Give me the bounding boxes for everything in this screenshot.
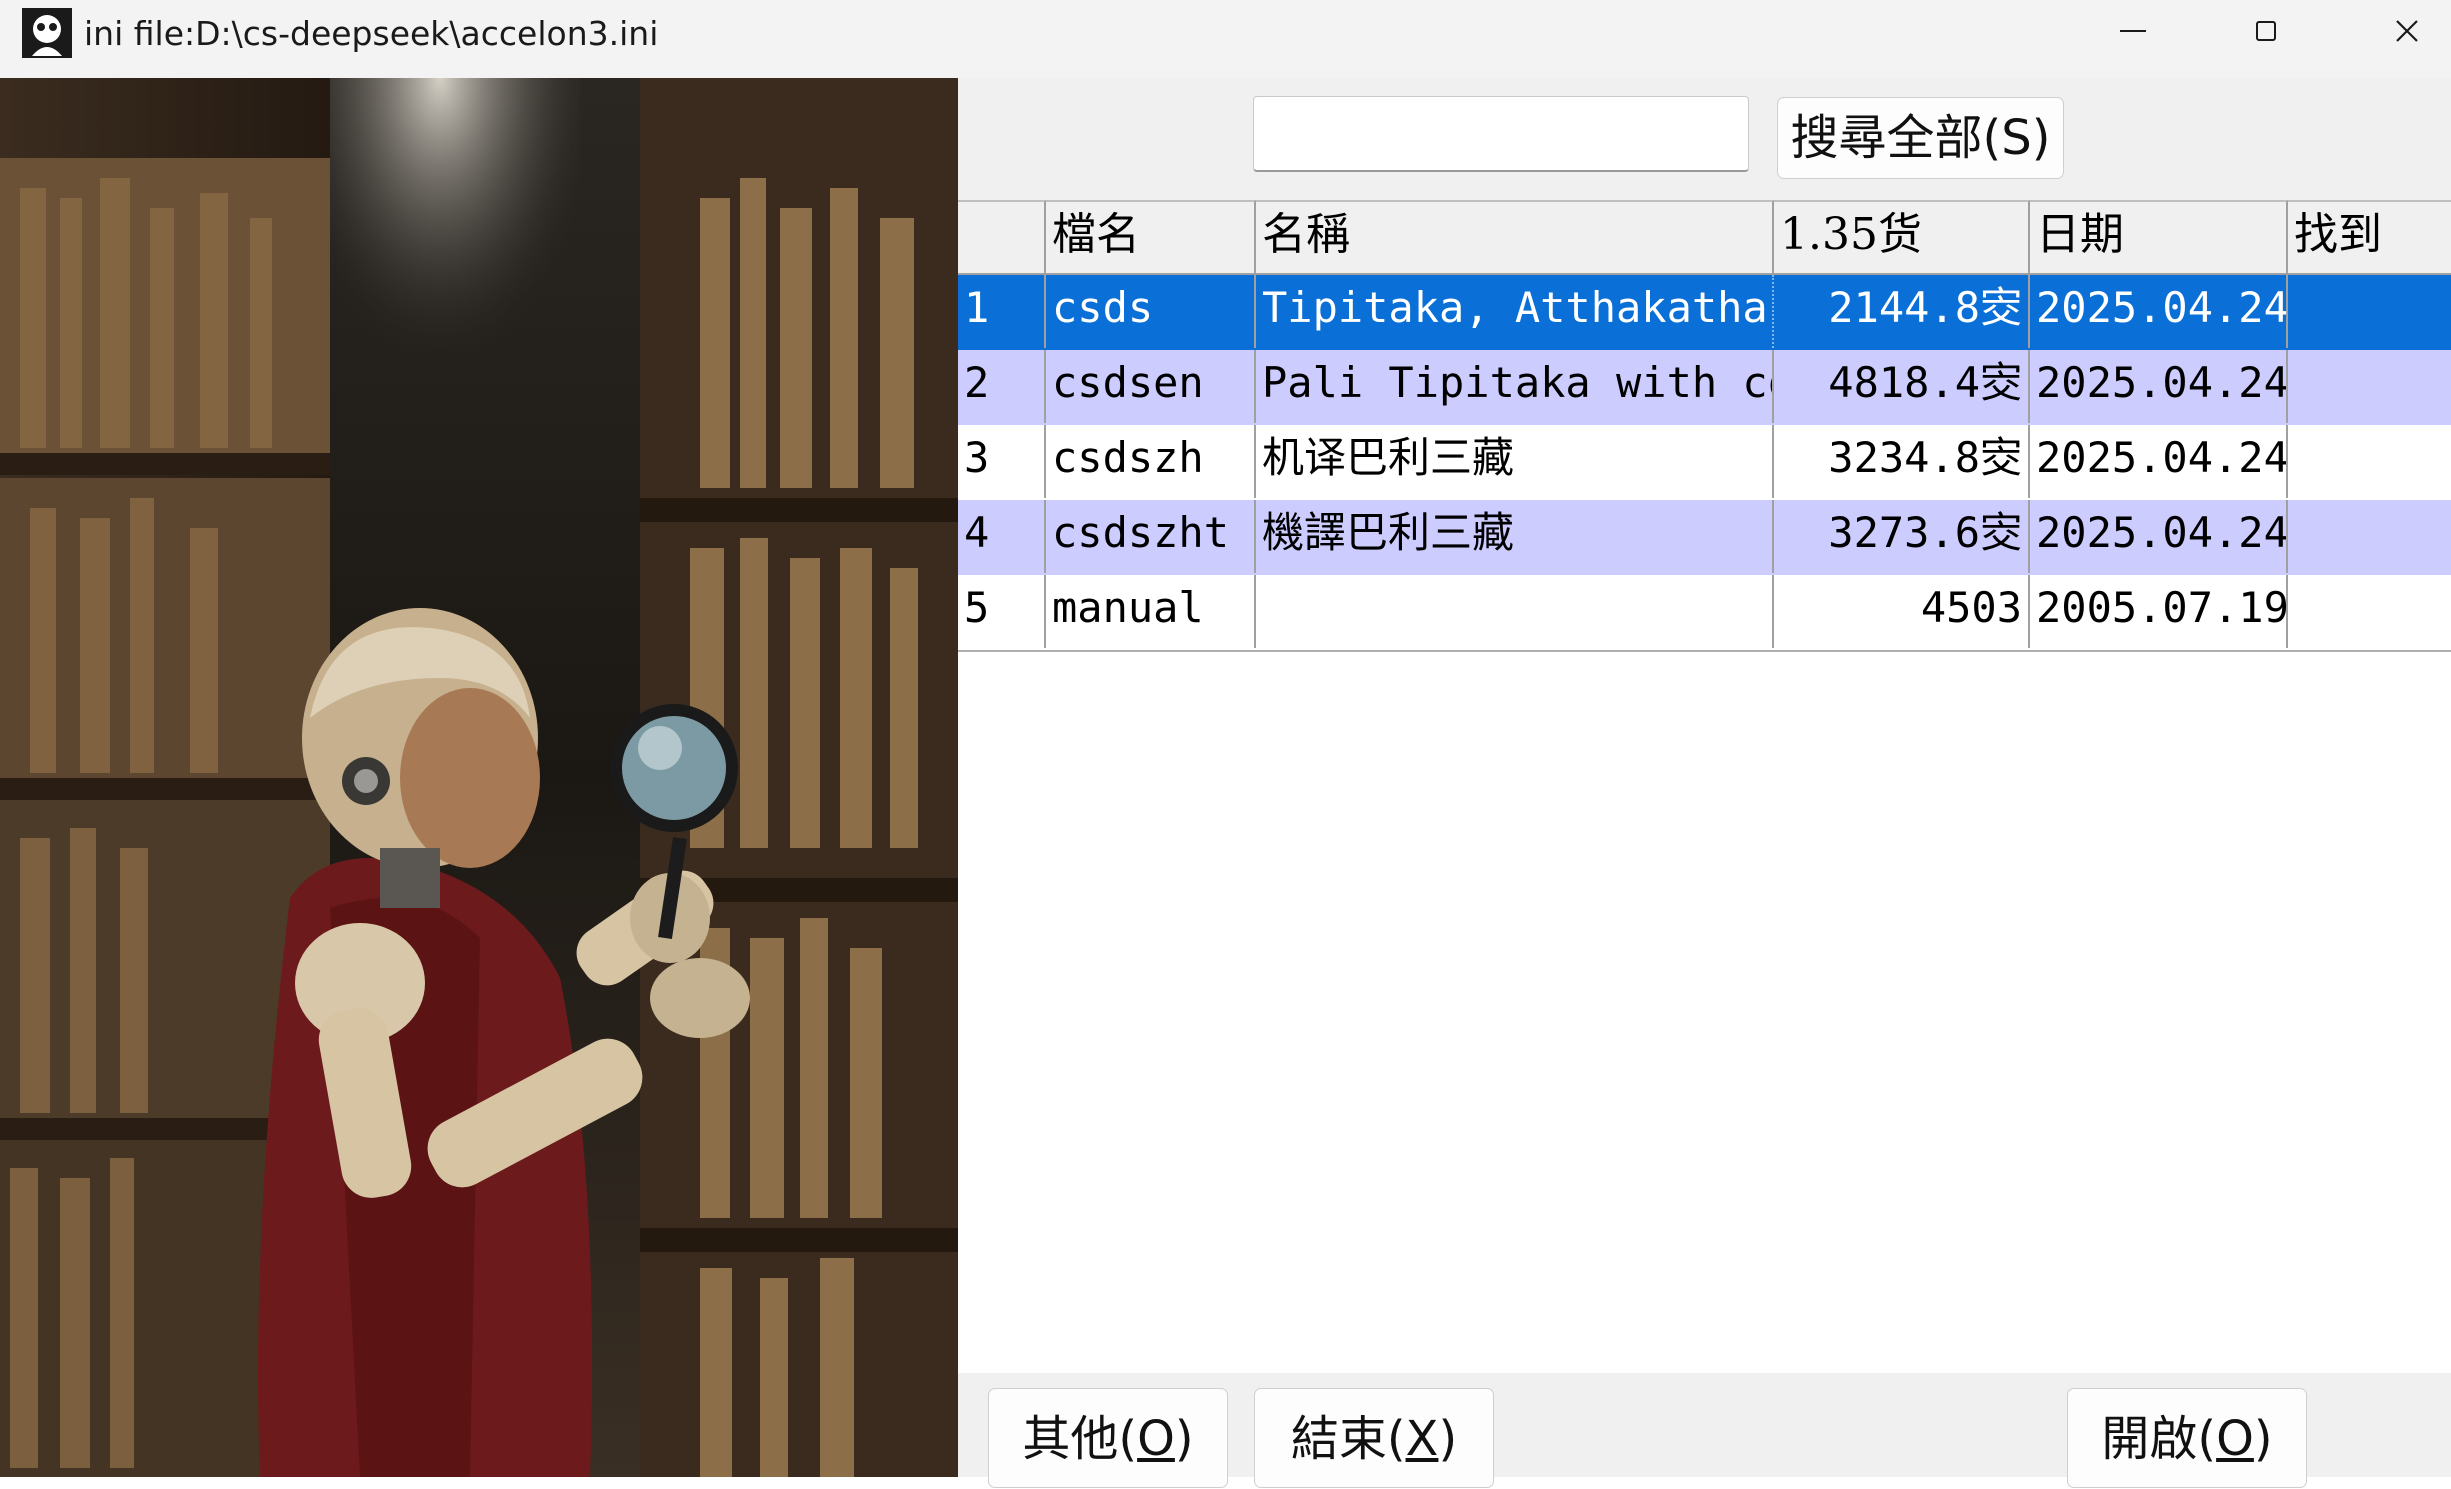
table-row[interactable]: 4 csdszht 機譯巴利三藏 3273.6㝔 2025.04.24 (958, 500, 2451, 577)
robot-monk-library-photo (0, 78, 958, 1477)
row-size: 2144.8㝔 (1774, 275, 2030, 348)
column-header-found[interactable]: 找到 (2288, 200, 2451, 273)
row-name: 機譯巴利三藏 (1256, 500, 1774, 573)
open-button[interactable]: 開啟(O) (2067, 1388, 2307, 1488)
row-found (2288, 575, 2451, 648)
table-header: 檔名 名稱 1.35货 日期 找到 (958, 200, 2451, 275)
exit-button-end: ) (1438, 1411, 1458, 1467)
row-file: csdsen (1046, 350, 1256, 423)
row-index: 3 (958, 425, 1046, 498)
row-index: 5 (958, 575, 1046, 648)
exit-button-label: 結束( (1290, 1411, 1406, 1467)
row-index: 4 (958, 500, 1046, 573)
other-button[interactable]: 其他(O) (988, 1388, 1228, 1488)
close-icon[interactable] (2395, 19, 2419, 43)
row-file: csdszht (1046, 500, 1256, 573)
table-row[interactable]: 3 csdszh 机译巴利三藏 3234.8㝔 2025.04.24 (958, 425, 2451, 502)
table-row[interactable]: 1 csds Tipitaka, Atthakatha, 2144.8㝔 202… (958, 275, 2451, 352)
open-button-hotkey: O (2216, 1411, 2254, 1467)
column-header-size[interactable]: 1.35货 (1774, 200, 2030, 273)
row-file: csds (1046, 275, 1256, 348)
search-input[interactable] (1253, 96, 1749, 172)
maximize-icon[interactable] (2255, 20, 2279, 44)
row-found (2288, 500, 2451, 573)
exit-button-hotkey: X (1405, 1411, 1439, 1467)
row-name (1256, 575, 1774, 648)
row-size: 3273.6㝔 (1774, 500, 2030, 573)
minimize-icon[interactable] (2118, 26, 2148, 36)
row-size: 3234.8㝔 (1774, 425, 2030, 498)
row-date: 2005.07.19 (2030, 575, 2288, 648)
row-file: manual (1046, 575, 1256, 648)
row-index: 1 (958, 275, 1046, 348)
app-icon (22, 8, 72, 58)
row-found (2288, 350, 2451, 423)
open-button-end: ) (2253, 1411, 2273, 1467)
row-name: 机译巴利三藏 (1256, 425, 1774, 498)
other-button-hotkey: O (1137, 1411, 1175, 1467)
other-button-label: 其他( (1022, 1411, 1138, 1467)
column-header-file[interactable]: 檔名 (1046, 200, 1256, 273)
window-title: ini file:D:\cs-deepseek\accelon3.ini (84, 14, 659, 53)
column-header-date[interactable]: 日期 (2030, 200, 2288, 273)
open-button-label: 開啟( (2101, 1411, 2217, 1467)
column-header-index[interactable] (958, 200, 1046, 273)
search-all-button[interactable]: 搜尋全部(S) (1777, 97, 2064, 179)
row-found (2288, 425, 2451, 498)
row-date: 2025.04.24 (2030, 500, 2288, 573)
row-date: 2025.04.24 (2030, 275, 2288, 348)
row-index: 2 (958, 350, 1046, 423)
row-date: 2025.04.24 (2030, 425, 2288, 498)
row-name: Pali Tipitaka with co: (1256, 350, 1774, 423)
table-row[interactable]: 2 csdsen Pali Tipitaka with co: 4818.4㝔 … (958, 350, 2451, 427)
row-name: Tipitaka, Atthakatha, (1256, 275, 1774, 348)
row-size: 4503 (1774, 575, 2030, 648)
table-row[interactable]: 5 manual 4503 2005.07.19 (958, 575, 2451, 652)
row-file: csdszh (1046, 425, 1256, 498)
exit-button[interactable]: 結束(X) (1254, 1388, 1494, 1488)
title-bar: ini file:D:\cs-deepseek\accelon3.ini (0, 0, 2451, 78)
row-found (2288, 275, 2451, 348)
row-date: 2025.04.24 (2030, 350, 2288, 423)
row-size: 4818.4㝔 (1774, 350, 2030, 423)
column-header-name[interactable]: 名稱 (1256, 200, 1774, 273)
other-button-end: ) (1174, 1411, 1194, 1467)
